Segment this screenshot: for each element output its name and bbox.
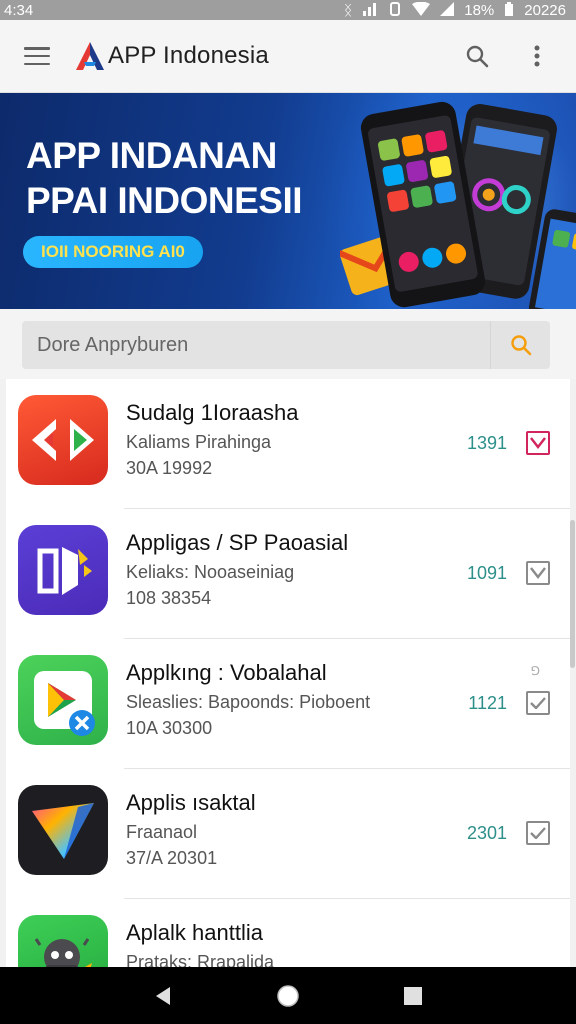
search-bar — [22, 321, 550, 369]
status-time: 4:34 — [4, 1, 34, 19]
green-robot-app-icon — [18, 915, 108, 967]
app-count: 1391 — [466, 433, 507, 453]
check-icon[interactable] — [526, 561, 550, 585]
signal-icon — [362, 2, 378, 19]
vibrate-icon — [388, 1, 402, 19]
cell-icon — [440, 1, 455, 19]
banner-cta-button[interactable]: IOII NOORING AI0 — [23, 236, 203, 268]
list-item[interactable]: Appligas / SP Paoasial Keliaks: Nooasein… — [6, 509, 570, 639]
check-icon[interactable] — [526, 691, 550, 715]
red-play-arrows-icon — [18, 395, 108, 485]
bluetooth-icon: ᛝ — [343, 2, 353, 18]
back-icon[interactable] — [143, 976, 183, 1016]
more-vert-icon[interactable] — [524, 43, 550, 69]
hamburger-menu-icon[interactable] — [24, 47, 50, 65]
app-logo-icon — [72, 40, 108, 72]
app-meta: 108 38354 — [126, 588, 212, 608]
app-count: 1091 — [466, 563, 507, 583]
purple-app-icon — [18, 525, 108, 615]
app-developer: Keliaks: Nooaseiniag — [126, 562, 295, 582]
phones-illustration — [337, 99, 576, 309]
app-developer: Sleaslies: Bapoonds: Pioboent — [126, 692, 371, 712]
status-clock: 20226 — [524, 1, 566, 19]
promo-banner[interactable]: APP INDANAN PPAI INDONESII IOII NOORING … — [0, 93, 576, 309]
list-item[interactable]: Applis ısaktal Fraanaol 37/A 20301 2301 — [6, 769, 570, 899]
small-mark-icon: ⅁ — [530, 664, 540, 678]
scrollbar[interactable] — [570, 520, 575, 668]
search-icon — [510, 335, 531, 356]
search-section — [0, 309, 576, 379]
app-name: Applis ısaktal — [126, 790, 256, 815]
app-name: Sudalg 1Ioraasha — [126, 400, 299, 425]
app-name: Aplalk hanttlia — [126, 920, 263, 945]
list-item[interactable]: Sudalg 1Ioraasha Kaliams Pirahinga 30A 1… — [6, 379, 570, 509]
dark-gradient-app-icon — [18, 785, 108, 875]
search-input[interactable] — [22, 333, 472, 357]
app-bar: APP Indonesia — [0, 20, 576, 93]
app-count: 2301 — [466, 823, 507, 843]
app-meta: 30A 19992 — [126, 458, 213, 478]
app-meta: 37/A 20301 — [126, 848, 218, 868]
app-list: Sudalg 1Ioraasha Kaliams Pirahinga 30A 1… — [6, 379, 570, 967]
app-name: Applkıng : Vobalahal — [126, 660, 327, 685]
green-play-store-icon — [18, 655, 108, 745]
banner-title: APP INDANAN PPAI INDONESII — [26, 135, 303, 221]
home-icon[interactable] — [268, 976, 308, 1016]
check-icon[interactable] — [526, 821, 550, 845]
app-developer: Prataks: Rrapalida — [126, 952, 275, 967]
app-developer: Fraanaol — [126, 822, 198, 842]
app-name: Appligas / SP Paoasial — [126, 530, 349, 555]
search-icon[interactable] — [464, 43, 490, 69]
list-item[interactable]: Applkıng : Vobalahal Sleaslies: Bapoonds… — [6, 639, 570, 769]
status-bar: 4:34 ᛝ 18% 20226 — [0, 0, 576, 20]
list-item[interactable]: Aplalk hanttlia Prataks: Rrapalida 1091 — [6, 899, 570, 967]
app-meta: 10A 30300 — [126, 718, 213, 738]
battery-percent: 18% — [464, 1, 495, 19]
app-count: 1121 — [468, 693, 507, 713]
wifi-icon — [412, 1, 431, 19]
check-icon[interactable] — [526, 431, 550, 455]
recents-icon[interactable] — [393, 976, 433, 1016]
app-title: APP Indonesia — [108, 42, 269, 69]
search-button[interactable] — [490, 321, 550, 369]
app-developer: Kaliams Pirahinga — [126, 432, 272, 452]
battery-icon — [504, 1, 514, 19]
system-nav-bar — [0, 967, 576, 1024]
